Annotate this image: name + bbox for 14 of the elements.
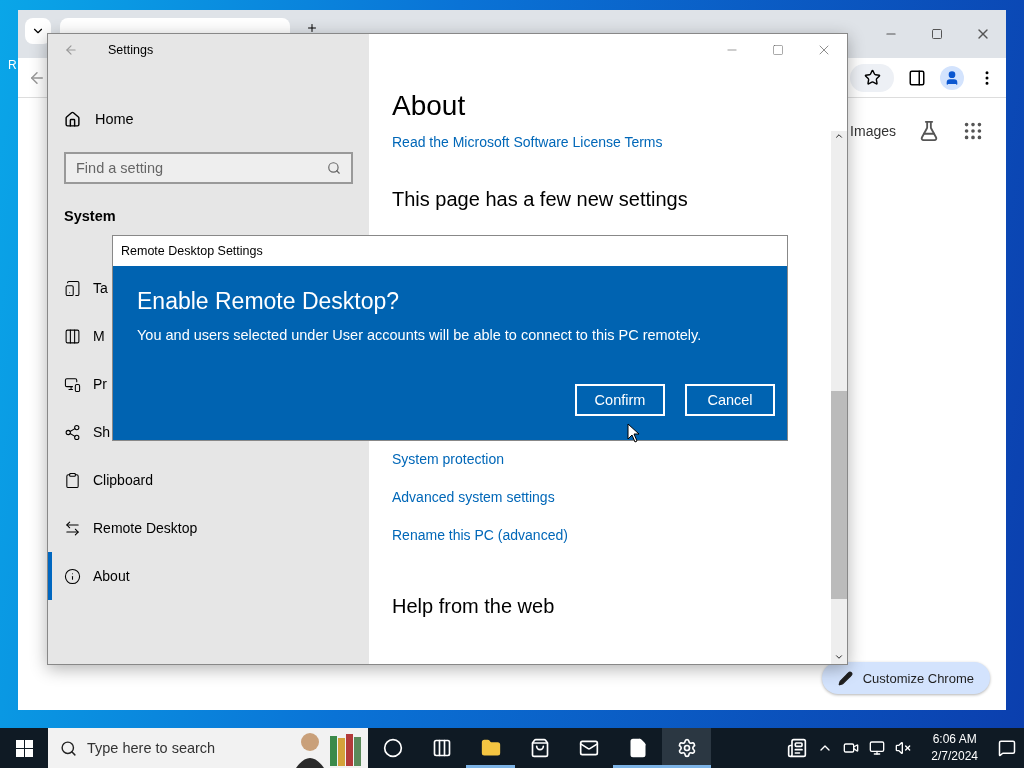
nav-label: Sh [93, 424, 111, 440]
section-heading: Help from the web [392, 595, 556, 618]
dialog-heading: Enable Remote Desktop? [137, 288, 401, 315]
section-heading: System [63, 208, 117, 224]
nav-label: Pr [93, 376, 107, 392]
nav-label: About [93, 568, 130, 584]
nav-label: Clipboard [93, 472, 153, 488]
section-heading: This page has a few new settings [392, 188, 689, 211]
page-title: About [392, 90, 467, 122]
nav-label: Ta [93, 280, 108, 296]
nav-label: Remote Desktop [93, 520, 198, 536]
window-title: Settings [108, 43, 154, 57]
nav-label: M [93, 328, 105, 344]
dialog-message: You and users selected under User accounts will be able to connect to this PC remotely. [137, 327, 703, 343]
